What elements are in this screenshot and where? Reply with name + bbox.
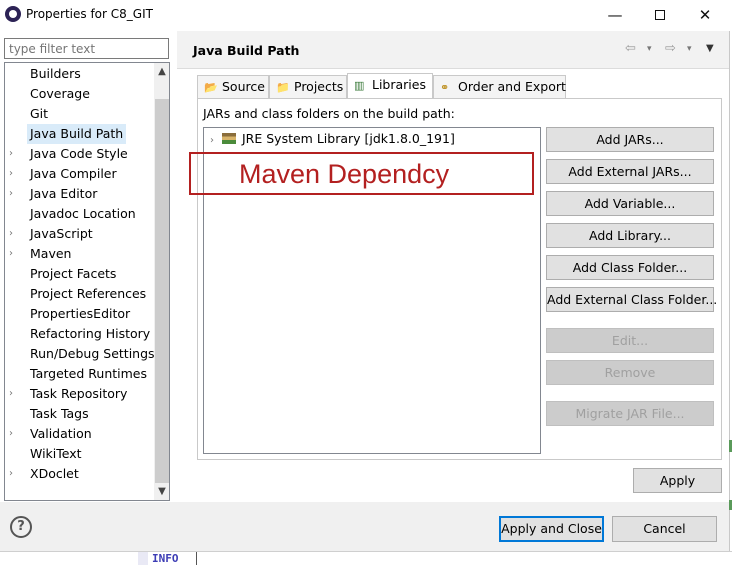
projects-folder-icon: 📁 (276, 81, 290, 94)
apply-button[interactable]: Apply (633, 468, 722, 493)
tree-item-label: Java Editor (30, 186, 98, 201)
scroll-down-icon[interactable]: ▼ (154, 483, 169, 500)
apply-and-close-button[interactable]: Apply and Close (499, 516, 604, 542)
property-page-tree[interactable]: › XDoclet WikiText › Validation Task Tags › Tas… (4, 62, 170, 501)
tree-item-label: JavaScript (30, 226, 93, 241)
eclipse-icon (5, 6, 21, 22)
add-class-folder-button[interactable]: Add Class Folder... (546, 255, 714, 280)
libraries-icon: ▥ (354, 79, 365, 92)
background-stripe (138, 552, 148, 565)
expand-icon[interactable]: › (9, 164, 19, 184)
expand-icon[interactable]: › (9, 184, 19, 204)
forward-dropdown-icon[interactable]: ▾ (687, 44, 692, 54)
tree-item-label: Javadoc Location (30, 206, 136, 221)
add-external-jars-button[interactable]: Add External JARs... (546, 159, 714, 184)
expand-icon[interactable]: › (9, 144, 19, 164)
cancel-button[interactable]: Cancel (612, 516, 717, 542)
maximize-button[interactable] (645, 4, 675, 26)
tree-item-label: Targeted Runtimes (30, 366, 147, 381)
add-library-button[interactable]: Add Library... (546, 223, 714, 248)
page-header: Java Build Path ⇦ ▾ ⇨ ▾ ▼ (177, 31, 729, 69)
background-editor: INFO (0, 551, 732, 565)
library-entry[interactable]: › JRE System Library [jdk1.8.0_191] (210, 131, 455, 146)
order-export-icon: ⚭ (440, 81, 450, 94)
tree-item-label: Run/Debug Settings (30, 346, 155, 361)
expand-icon[interactable]: › (9, 224, 19, 244)
expand-icon[interactable]: › (9, 244, 19, 264)
tab-projects-label: Projects (294, 79, 344, 94)
back-dropdown-icon[interactable]: ▾ (647, 44, 652, 54)
tree-item-label: Refactoring History (30, 326, 151, 341)
tree-item-label: Java Compiler (30, 166, 117, 181)
expand-icon[interactable]: › (9, 384, 19, 404)
tab-source[interactable]: 📂 Source (197, 75, 269, 99)
tab-projects[interactable]: 📁 Projects (269, 75, 347, 99)
expand-icon[interactable]: › (9, 464, 19, 484)
scroll-up-icon[interactable]: ▲ (154, 63, 169, 80)
window-title: Properties for C8_GIT (26, 7, 153, 21)
filter-input[interactable] (4, 38, 169, 59)
add-variable-button[interactable]: Add Variable... (546, 191, 714, 216)
page-title: Java Build Path (193, 43, 300, 58)
help-icon[interactable]: ? (10, 516, 32, 538)
tree-item-label: Project Facets (30, 266, 117, 281)
tree-item-label: Task Tags (30, 406, 89, 421)
expand-icon[interactable]: › (9, 424, 19, 444)
tree-item-label: Task Repository (30, 386, 128, 401)
close-button[interactable]: ✕ (690, 4, 720, 26)
add-external-class-folder-button[interactable]: Add External Class Folder... (546, 287, 717, 312)
edit-button[interactable]: Edit... (546, 328, 714, 353)
tree-item-label: Maven (30, 246, 72, 261)
tree-scrollbar[interactable]: ▲ ▼ (154, 63, 169, 500)
background-divider (196, 552, 197, 565)
source-folder-icon: 📂 (204, 81, 218, 94)
tree-item-label: WikiText (30, 446, 82, 461)
build-path-label: JARs and class folders on the build path… (203, 106, 455, 121)
tab-order-export-label: Order and Export (458, 79, 566, 94)
tab-order-and-export[interactable]: ⚭ Order and Export (433, 75, 566, 99)
tree-item-label: Project References (30, 286, 147, 301)
tree-item-label: Java Code Style (30, 146, 128, 161)
tree-item-label: Git (30, 106, 49, 121)
background-log-text: INFO (152, 552, 179, 565)
migrate-jar-button[interactable]: Migrate JAR File... (546, 401, 714, 426)
tree-item-label: Builders (30, 66, 81, 81)
library-entry-label: JRE System Library [jdk1.8.0_191] (242, 131, 455, 146)
tree-item-label: XDoclet (30, 466, 79, 481)
annotation-box: Maven Dependcy (189, 152, 534, 195)
annotation-text: Maven Dependcy (239, 159, 450, 189)
tree-item-label: Coverage (30, 86, 90, 101)
remove-button[interactable]: Remove (546, 360, 714, 385)
expand-icon[interactable]: › (210, 135, 214, 146)
tab-libraries[interactable]: ▥ Libraries (347, 73, 433, 99)
tab-libraries-label: Libraries (372, 77, 426, 92)
view-menu-icon[interactable]: ▼ (706, 43, 714, 54)
tree-item-label: PropertiesEditor (30, 306, 131, 321)
minimize-button[interactable]: — (600, 4, 630, 26)
tree-item-label: Java Build Path (27, 124, 127, 144)
back-arrow-icon[interactable]: ⇦ (625, 41, 636, 56)
jar-library-icon (222, 133, 236, 144)
scroll-thumb[interactable] (155, 99, 169, 483)
forward-arrow-icon[interactable]: ⇨ (665, 41, 676, 56)
tab-source-label: Source (222, 79, 265, 94)
add-jars-button[interactable]: Add JARs... (546, 127, 714, 152)
tree-item-label: Validation (30, 426, 92, 441)
maximize-icon (655, 10, 665, 20)
dialog-footer: ? Apply and Close Cancel (0, 502, 729, 551)
title-bar: Properties for C8_GIT — ✕ (0, 0, 732, 31)
